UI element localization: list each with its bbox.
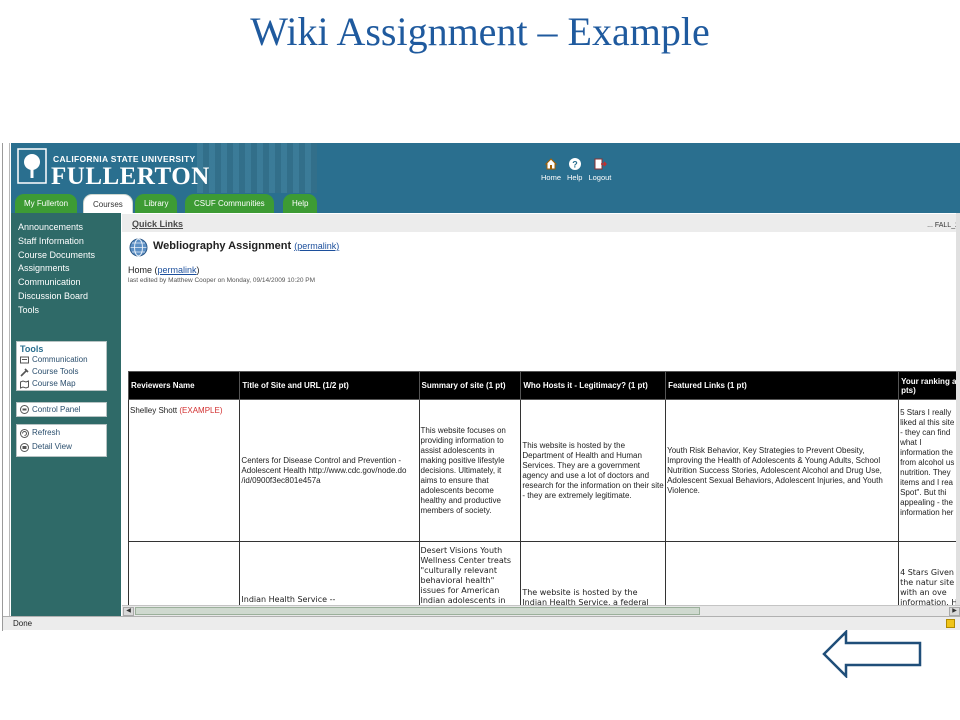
vertical-scrollbar[interactable] xyxy=(956,213,960,605)
horizontal-scrollbar[interactable]: ◀ ▶ xyxy=(122,605,960,616)
top-link-help[interactable]: ? Help xyxy=(567,157,582,182)
top-link-home[interactable]: Home xyxy=(541,157,561,182)
nav-tools[interactable]: Tools xyxy=(18,304,121,318)
wiki-title: Webliography Assignment xyxy=(153,240,292,252)
column-header: Reviewers Name xyxy=(127,371,241,400)
nav-announcements[interactable]: Announcements xyxy=(18,221,121,235)
logo-big-text: FULLERTON xyxy=(51,163,210,190)
host-cell: The website is hosted by the Indian Heal… xyxy=(520,541,667,605)
column-header: Title of Site and URL (1/2 pt) xyxy=(239,371,420,400)
status-bar: Done xyxy=(3,616,960,630)
banner-photo xyxy=(197,143,317,193)
refresh-icon xyxy=(20,428,29,438)
detail-view-icon xyxy=(20,442,29,452)
title-cell: Centers for Disease Control and Preventi… xyxy=(239,399,420,542)
table-row: Indian Health Service -- Desert Visions … xyxy=(127,541,960,605)
back-arrow-icon[interactable] xyxy=(822,630,922,678)
ranking-cell: 5 Stars I really liked al this site - th… xyxy=(898,399,960,542)
top-links: Home ? Help Logout xyxy=(541,157,611,182)
quick-links-link[interactable]: Quick Links xyxy=(132,219,183,229)
example-tag: (EXAMPLE) xyxy=(179,406,223,415)
main-content: Quick Links ... FALL_2 Webliography Assi… xyxy=(122,213,960,605)
tab-csuf-communities[interactable]: CSUF Communities xyxy=(185,194,274,213)
last-edited-text: last edited by Matthew Cooper on Monday,… xyxy=(128,277,316,284)
scroll-right-icon[interactable]: ▶ xyxy=(949,607,960,616)
scrollbar-thumb[interactable] xyxy=(135,607,700,615)
status-text: Done xyxy=(13,619,33,628)
nav-assignments[interactable]: Assignments xyxy=(18,262,121,276)
tab-library[interactable]: Library xyxy=(135,194,178,213)
tools-course-tools[interactable]: Course Tools xyxy=(17,366,106,378)
control-panel-icon xyxy=(20,405,29,414)
university-tree-logo-icon xyxy=(17,148,47,184)
column-header: Featured Links (1 pt) xyxy=(665,371,900,400)
tab-my-fullerton[interactable]: My Fullerton xyxy=(15,194,78,213)
tools-box-title: Tools xyxy=(20,344,44,354)
column-header: Summary of site (1 pt) xyxy=(418,371,522,400)
view-options-box: Refresh Detail View xyxy=(16,424,107,457)
table-row: Shelley Shott (EXAMPLE) Centers for Dise… xyxy=(127,399,960,542)
home-line: Home (permalink) xyxy=(128,265,200,275)
course-id-label: ... FALL_2 xyxy=(927,222,959,229)
tools-box: Tools Communication Course Tools Course … xyxy=(16,341,107,391)
top-link-label: Help xyxy=(567,173,583,182)
communication-icon xyxy=(20,356,29,363)
course-menu: Announcements Staff Information Course D… xyxy=(11,213,121,616)
university-banner: CALIFORNIA STATE UNIVERSITY FULLERTON Ho… xyxy=(11,143,960,193)
column-header: Your ranking a pts) xyxy=(898,371,960,400)
refresh-link[interactable]: Refresh xyxy=(17,425,106,439)
wiki-globe-icon xyxy=(129,238,148,257)
reviewer-cell: Shelley Shott (EXAMPLE) xyxy=(127,399,241,542)
column-header: Who Hosts it - Legitimacy? (1 pt) xyxy=(520,371,667,400)
nav-course-documents[interactable]: Course Documents xyxy=(18,249,121,263)
links-cell: Youth Risk Behavior, Key Strategies to P… xyxy=(665,399,900,542)
top-link-label: Logout xyxy=(588,173,612,182)
summary-cell: This website focuses on providing inform… xyxy=(418,399,522,542)
browser-screenshot: CALIFORNIA STATE UNIVERSITY FULLERTON Ho… xyxy=(2,143,960,631)
ranking-cell: 4 Stars Given the natur site with an ove… xyxy=(898,541,960,605)
links-cell xyxy=(665,541,900,605)
wiki-page-heading: Webliography Assignment (permalink) xyxy=(153,240,339,252)
slide-title: Wiki Assignment – Example xyxy=(250,9,710,54)
logout-icon xyxy=(594,158,607,170)
nav-communication[interactable]: Communication xyxy=(18,276,121,290)
top-link-label: Home xyxy=(541,173,562,182)
course-tools-icon xyxy=(20,367,29,377)
home-label: Home xyxy=(128,265,153,275)
control-panel-link[interactable]: Control Panel xyxy=(16,402,107,417)
course-map-icon xyxy=(20,379,29,389)
detail-view-link[interactable]: Detail View xyxy=(17,439,106,453)
nav-discussion-board[interactable]: Discussion Board xyxy=(18,290,121,304)
top-link-logout[interactable]: Logout xyxy=(588,157,611,182)
home-permalink[interactable]: permalink xyxy=(158,265,197,275)
host-cell: This website is hosted by the Department… xyxy=(520,399,667,542)
help-icon: ? xyxy=(568,158,581,170)
home-icon xyxy=(544,158,558,170)
webliography-table: Reviewers Name Title of Site and URL (1/… xyxy=(127,371,960,605)
table-header-row: Reviewers Name Title of Site and URL (1/… xyxy=(127,371,960,400)
warning-icon xyxy=(946,619,955,628)
quick-links-bar: Quick Links ... FALL_2 xyxy=(122,214,960,232)
scroll-left-icon[interactable]: ◀ xyxy=(123,607,134,616)
tab-help[interactable]: Help xyxy=(283,194,318,213)
tab-courses[interactable]: Courses xyxy=(83,194,133,213)
tab-bar: My Fullerton Courses Library CSUF Commun… xyxy=(11,193,960,213)
nav-staff-information[interactable]: Staff Information xyxy=(18,235,121,249)
summary-cell: Desert Visions Youth Wellness Center tre… xyxy=(418,541,522,605)
reviewer-cell xyxy=(127,541,241,605)
title-cell: Indian Health Service -- xyxy=(239,541,420,605)
tools-course-map[interactable]: Course Map xyxy=(17,378,106,390)
svg-text:?: ? xyxy=(572,160,578,170)
tools-communication[interactable]: Communication xyxy=(17,354,106,366)
wiki-permalink[interactable]: (permalink) xyxy=(294,241,339,251)
